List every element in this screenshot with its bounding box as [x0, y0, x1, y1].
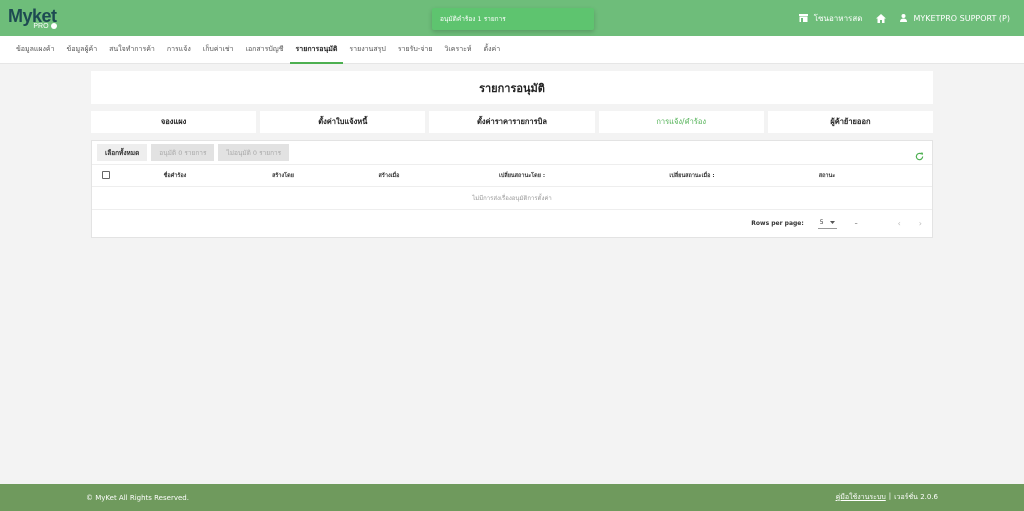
- nav-label: ข้อมูลผู้ค้า: [66, 45, 98, 53]
- rows-per-page-select[interactable]: 5: [817, 218, 837, 229]
- empty-message: ไม่มีการส่งเรื่องอนุมัติการตั้งค่า: [472, 195, 552, 202]
- nav-item-interested[interactable]: สนใจทำการค้า: [103, 36, 161, 63]
- footer: © MyKet All Rights Reserved. คู่มือใช้งา…: [0, 484, 1024, 511]
- page-range: –: [854, 220, 858, 227]
- header-checkbox-cell: [92, 170, 120, 181]
- pagination: Rows per page: 5 – ‹ ›: [92, 210, 932, 237]
- column-header[interactable]: เปลี่ยนสถานะโดย :: [442, 172, 602, 180]
- nav-item-approvals[interactable]: รายการอนุมัติ: [289, 36, 344, 64]
- tab-label: ตั้งค่าราคารายการบิล: [477, 117, 548, 126]
- approvals-table-card: เลือกทั้งหมด อนุมัติ 0 รายการ ไม่อนุมัติ…: [91, 140, 933, 238]
- toast-notification[interactable]: อนุมัติคำร้อง 1 รายการ: [432, 8, 594, 30]
- nav-item-income-expense[interactable]: รายรับ-จ่าย: [392, 36, 439, 63]
- nav-label: ข้อมูลแผงค้า: [16, 45, 55, 53]
- nav-item-settings[interactable]: ตั้งค่า: [478, 36, 507, 63]
- approval-tabs: จองแผง ตั้งค่าใบแจ้งหนี้ ตั้งค่าราคารายก…: [91, 111, 934, 133]
- caret-down-icon: [829, 219, 835, 226]
- nav-label: เอกสารบัญชี: [245, 45, 284, 53]
- select-all-checkbox[interactable]: [102, 170, 110, 179]
- table-header: ชื่อคำร้อง สร้างโดย สร้างเมื่อ เปลี่ยนสถ…: [92, 165, 932, 187]
- logo-sub-text: PRO: [33, 22, 49, 30]
- home-button[interactable]: [876, 13, 887, 23]
- column-header[interactable]: สถานะ: [782, 172, 872, 180]
- manual-link[interactable]: คู่มือใช้งานระบบ: [836, 492, 886, 503]
- column-header[interactable]: เปลี่ยนสถานะเมื่อ :: [602, 172, 782, 180]
- tab-requests[interactable]: การแจ้ง/คำร้อง: [598, 111, 764, 133]
- nav-label: วิเคราะห์: [444, 45, 472, 53]
- reject-button[interactable]: ไม่อนุมัติ 0 รายการ: [218, 144, 290, 161]
- tab-bill-price-settings[interactable]: ตั้งค่าราคารายการบิล: [429, 111, 595, 133]
- page-title: รายการอนุมัติ: [479, 81, 545, 95]
- nav-item-notify[interactable]: การแจ้ง: [161, 36, 197, 63]
- nav-item-analysis[interactable]: วิเคราะห์: [438, 36, 477, 63]
- nav-label: รายรับ-จ่าย: [397, 45, 433, 53]
- tab-label: จองแผง: [160, 117, 187, 126]
- tab-label: ผู้ค้าย้ายออก: [830, 117, 871, 126]
- nav-item-rent[interactable]: เก็บค่าเช่า: [197, 36, 240, 63]
- column-header[interactable]: สร้างเมื่อ: [336, 172, 442, 180]
- page-title-card: รายการอนุมัติ: [91, 71, 933, 104]
- store-icon: [798, 14, 808, 22]
- column-header[interactable]: ชื่อคำร้อง: [120, 172, 230, 180]
- table-toolbar: เลือกทั้งหมด อนุมัติ 0 รายการ ไม่อนุมัติ…: [92, 141, 932, 165]
- logo-dot-icon: [50, 23, 57, 29]
- nav-label: รายงานสรุป: [349, 45, 386, 53]
- toast-text: อนุมัติคำร้อง 1 รายการ: [440, 15, 506, 23]
- user-label: MYKETPRO SUPPORT (P): [913, 13, 1010, 23]
- approve-button[interactable]: อนุมัติ 0 รายการ: [151, 144, 215, 161]
- nav-label: ตั้งค่า: [483, 45, 501, 53]
- copyright: © MyKet All Rights Reserved.: [86, 493, 189, 502]
- footer-separator: |: [888, 492, 892, 500]
- refresh-icon[interactable]: [915, 146, 924, 165]
- version-label: เวอร์ชั่น 2.0.6: [894, 493, 938, 501]
- prev-page-icon[interactable]: ‹: [898, 219, 901, 228]
- nav-label: เก็บค่าเช่า: [202, 45, 234, 53]
- tab-vendor-moveout[interactable]: ผู้ค้าย้ายออก: [767, 111, 934, 133]
- user-icon: [900, 14, 908, 22]
- nav-label: รายการอนุมัติ: [295, 45, 338, 53]
- nav-item-reports[interactable]: รายงานสรุป: [343, 36, 391, 63]
- footer-right: คู่มือใช้งานระบบ | เวอร์ชั่น 2.0.6: [836, 492, 938, 503]
- nav-label: การแจ้ง: [166, 45, 191, 53]
- nav-label: สนใจทำการค้า: [109, 45, 155, 53]
- column-header[interactable]: สร้างโดย: [230, 172, 336, 180]
- home-icon: [876, 13, 887, 23]
- logo[interactable]: Myket PRO: [8, 7, 57, 30]
- rows-per-page-label: Rows per page:: [751, 220, 804, 227]
- tab-stall-booking[interactable]: จองแผง: [91, 111, 257, 133]
- nav-item-vendors[interactable]: ข้อมูลผู้ค้า: [61, 36, 104, 63]
- logo-sub: PRO: [33, 22, 57, 30]
- tab-label: การแจ้ง/คำร้อง: [656, 117, 707, 126]
- rows-per-page-value: 5: [819, 218, 824, 226]
- main-nav: ข้อมูลแผงค้า ข้อมูลผู้ค้า สนใจทำการค้า ก…: [0, 36, 1024, 64]
- tab-invoice-settings[interactable]: ตั้งค่าใบแจ้งหนี้: [260, 111, 426, 133]
- shop-label: โซนอาหารสด: [813, 13, 863, 23]
- shop-switcher[interactable]: โซนอาหารสด: [798, 12, 863, 25]
- nav-item-accounting[interactable]: เอกสารบัญชี: [240, 36, 290, 63]
- tab-label: ตั้งค่าใบแจ้งหนี้: [318, 117, 368, 126]
- next-page-icon[interactable]: ›: [919, 219, 922, 228]
- select-all-button[interactable]: เลือกทั้งหมด: [97, 144, 148, 161]
- table-empty-row: ไม่มีการส่งเรื่องอนุมัติการตั้งค่า: [92, 187, 932, 210]
- nav-item-stalls[interactable]: ข้อมูลแผงค้า: [10, 36, 61, 63]
- user-menu[interactable]: MYKETPRO SUPPORT (P): [900, 14, 1010, 23]
